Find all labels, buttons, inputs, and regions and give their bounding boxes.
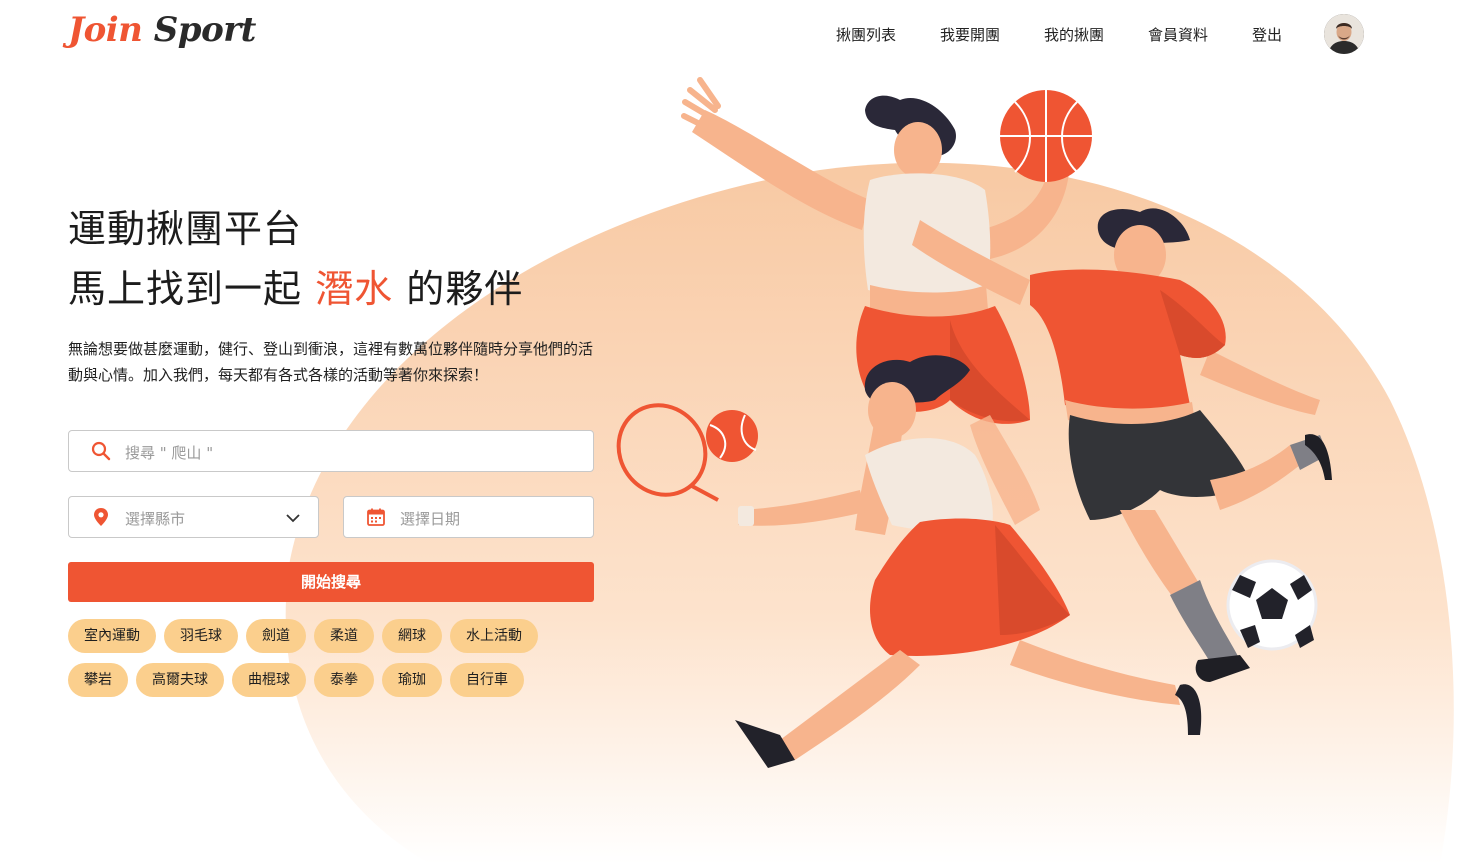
nav-item-member-profile[interactable]: 會員資料 <box>1148 24 1208 45</box>
tag-hockey[interactable]: 曲棍球 <box>232 663 306 697</box>
tennis-ball-icon <box>706 410 758 462</box>
keyword-search-input[interactable]: 搜尋 " 爬山 " <box>68 430 594 472</box>
nav-item-create-group[interactable]: 我要開團 <box>940 24 1000 45</box>
hero-title-line2-before: 馬上找到一起 <box>68 267 303 311</box>
location-pin-icon <box>94 508 108 526</box>
brand-logo[interactable]: Join Sport <box>68 10 256 50</box>
tag-badminton[interactable]: 羽毛球 <box>164 619 238 653</box>
nav-item-group-list[interactable]: 揪團列表 <box>836 24 896 45</box>
logo-word-sport: Sport <box>153 10 257 50</box>
tennis-racket-icon <box>616 403 719 502</box>
tag-tennis[interactable]: 網球 <box>382 619 442 653</box>
tag-muay-thai[interactable]: 泰拳 <box>314 663 374 697</box>
hero-title-line2-after: 的夥伴 <box>406 267 524 311</box>
soccer-ball-icon <box>1226 559 1318 651</box>
search-icon <box>91 441 111 461</box>
chevron-down-icon <box>286 514 300 523</box>
nav-item-my-groups[interactable]: 我的揪團 <box>1044 24 1104 45</box>
hero-title-line2: 馬上找到一起 潛水 的夥伴 <box>68 258 523 313</box>
tag-golf[interactable]: 高爾夫球 <box>136 663 224 697</box>
date-picker-placeholder: 選擇日期 <box>400 510 461 528</box>
sports-players-illustration <box>616 77 1332 768</box>
top-navbar: Join Sport 揪團列表 我要開團 我的揪團 會員資料 登出 <box>0 0 1482 70</box>
hero-description: 無論想要做甚麼運動，健行、登山到衝浪，這裡有數萬位夥伴隨時分享他們的活動與心情。… <box>68 340 594 384</box>
nav-item-logout[interactable]: 登出 <box>1252 24 1282 45</box>
logo-word-join: Join <box>68 10 143 50</box>
tag-water-activities[interactable]: 水上活動 <box>450 619 538 653</box>
tag-judo[interactable]: 柔道 <box>314 619 374 653</box>
calendar-icon <box>367 508 385 526</box>
date-picker-input[interactable]: 選擇日期 <box>343 496 594 538</box>
keyword-search-placeholder: 搜尋 " 爬山 " <box>125 444 214 462</box>
tag-cycling[interactable]: 自行車 <box>450 663 524 697</box>
tag-rock-climbing[interactable]: 攀岩 <box>68 663 128 697</box>
user-avatar[interactable] <box>1324 14 1364 54</box>
city-select-placeholder: 選擇縣市 <box>125 510 186 528</box>
tag-kendo[interactable]: 劍道 <box>246 619 306 653</box>
hero-title-accent-sport: 潛水 <box>315 267 394 311</box>
user-avatar-icon <box>1324 14 1364 54</box>
tag-yoga[interactable]: 瑜珈 <box>382 663 442 697</box>
hero-title-line1: 運動揪團平台 <box>68 207 303 251</box>
basketball-icon <box>1000 90 1092 182</box>
start-search-button[interactable]: 開始搜尋 <box>68 562 594 602</box>
city-select[interactable]: 選擇縣市 <box>68 496 319 538</box>
tag-indoor-sports[interactable]: 室內運動 <box>68 619 156 653</box>
